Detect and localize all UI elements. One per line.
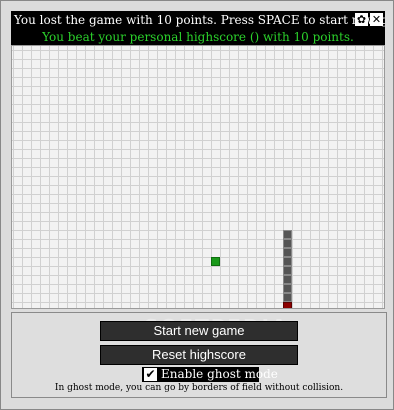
control-panel: SOFTPEDIA Start new game Reset highscore… [11,312,387,398]
ghost-mode-hint: In ghost mode, you can go by borders of … [54,383,344,393]
ghost-mode-label: Enable ghost mode [161,367,278,381]
close-icon[interactable]: ✕ [370,13,383,26]
game-window: You lost the game with 10 points. Press … [0,0,394,410]
snake-segment [283,266,292,275]
game-field[interactable] [11,45,385,309]
snake-segment [283,239,292,248]
snake-segment [283,275,292,284]
snake-segment [283,293,292,302]
snake-segment [283,248,292,257]
game-status-message: You lost the game with 10 points. Press … [14,13,385,27]
snake-segment [283,257,292,266]
highscore-message: You beat your personal highscore () with… [11,29,385,45]
food-pellet [211,257,220,266]
ghost-mode-toggle[interactable]: ✔ Enable ghost mode [142,367,278,382]
ghost-mode-checkbox[interactable]: ✔ [144,368,157,381]
title-bar: You lost the game with 10 points. Press … [11,11,385,29]
snake-segment [283,284,292,293]
start-new-game-button[interactable]: Start new game [100,321,298,341]
gear-icon[interactable]: ✿ [355,13,368,26]
snake-segment [283,230,292,239]
snake-head [283,302,292,308]
reset-highscore-button[interactable]: Reset highscore [100,345,298,365]
